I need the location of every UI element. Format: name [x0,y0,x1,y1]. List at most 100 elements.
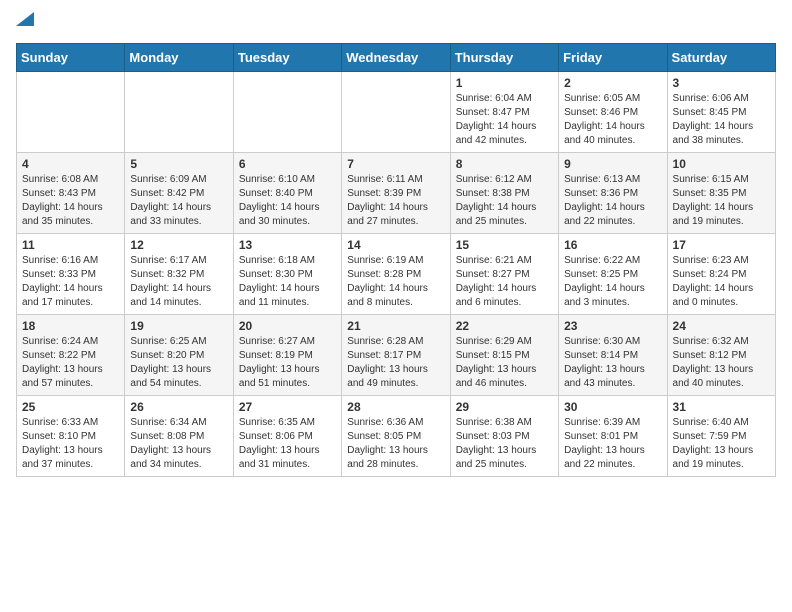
day-number: 5 [130,157,227,171]
calendar-cell: 23 Sunrise: 6:30 AM Sunset: 8:14 PM Dayli… [559,315,667,396]
day-info: Sunrise: 6:06 AM Sunset: 8:45 PM Dayligh… [673,92,770,148]
day-number: 25 [22,400,119,414]
day-info: Sunrise: 6:40 AM Sunset: 7:59 PM Dayligh… [673,416,770,472]
day-number: 8 [456,157,553,171]
day-info: Sunrise: 6:35 AM Sunset: 8:06 PM Dayligh… [239,416,336,472]
day-number: 11 [22,238,119,252]
calendar-week-row: 18Sunrise: 6:24 AM Sunset: 8:22 PM Dayli… [17,315,776,396]
day-info: Sunrise: 6:16 AM Sunset: 8:33 PM Dayligh… [22,254,119,310]
calendar-cell: 17 Sunrise: 6:23 AM Sunset: 8:24 PM Dayli… [667,234,775,315]
day-number: 30 [564,400,661,414]
day-number: 27 [239,400,336,414]
day-info: Sunrise: 6:25 AM Sunset: 8:20 PM Dayligh… [130,335,227,391]
day-info: Sunrise: 6:05 AM Sunset: 8:46 PM Dayligh… [564,92,661,148]
logo [16,16,34,31]
day-info: Sunrise: 6:23 AM Sunset: 8:24 PM Dayligh… [673,254,770,310]
calendar-cell: 14 Sunrise: 6:19 AM Sunset: 8:28 PM Dayli… [342,234,450,315]
weekday-header: Tuesday [233,44,341,72]
day-number: 4 [22,157,119,171]
day-number: 21 [347,319,444,333]
calendar-cell [17,72,125,153]
calendar-cell: 12Sunrise: 6:17 AM Sunset: 8:32 PM Dayli… [125,234,233,315]
day-info: Sunrise: 6:28 AM Sunset: 8:17 PM Dayligh… [347,335,444,391]
weekday-header: Thursday [450,44,558,72]
day-number: 7 [347,157,444,171]
calendar-cell: 27 Sunrise: 6:35 AM Sunset: 8:06 PM Dayli… [233,396,341,477]
calendar-cell: 20Sunrise: 6:27 AM Sunset: 8:19 PM Dayli… [233,315,341,396]
calendar-cell: 2 Sunrise: 6:05 AM Sunset: 8:46 PM Daylig… [559,72,667,153]
day-number: 24 [673,319,770,333]
day-number: 1 [456,76,553,90]
calendar-cell [342,72,450,153]
day-info: Sunrise: 6:11 AM Sunset: 8:39 PM Dayligh… [347,173,444,229]
calendar-cell: 13 Sunrise: 6:18 AM Sunset: 8:30 PM Dayli… [233,234,341,315]
calendar-cell: 9Sunrise: 6:13 AM Sunset: 8:36 PM Daylig… [559,153,667,234]
calendar-cell: 6 Sunrise: 6:10 AM Sunset: 8:40 PM Daylig… [233,153,341,234]
calendar-cell: 10 Sunrise: 6:15 AM Sunset: 8:35 PM Dayli… [667,153,775,234]
day-number: 10 [673,157,770,171]
day-info: Sunrise: 6:30 AM Sunset: 8:14 PM Dayligh… [564,335,661,391]
day-info: Sunrise: 6:15 AM Sunset: 8:35 PM Dayligh… [673,173,770,229]
day-info: Sunrise: 6:04 AM Sunset: 8:47 PM Dayligh… [456,92,553,148]
day-info: Sunrise: 6:08 AM Sunset: 8:43 PM Dayligh… [22,173,119,229]
calendar-week-row: 4 Sunrise: 6:08 AM Sunset: 8:43 PM Daylig… [17,153,776,234]
day-number: 17 [673,238,770,252]
calendar-cell: 29 Sunrise: 6:38 AM Sunset: 8:03 PM Dayli… [450,396,558,477]
day-info: Sunrise: 6:39 AM Sunset: 8:01 PM Dayligh… [564,416,661,472]
logo-triangle-icon [16,12,34,26]
day-number: 14 [347,238,444,252]
day-number: 15 [456,238,553,252]
calendar-week-row: 11 Sunrise: 6:16 AM Sunset: 8:33 PM Dayli… [17,234,776,315]
day-info: Sunrise: 6:36 AM Sunset: 8:05 PM Dayligh… [347,416,444,472]
day-info: Sunrise: 6:27 AM Sunset: 8:19 PM Dayligh… [239,335,336,391]
day-number: 13 [239,238,336,252]
weekday-header: Saturday [667,44,775,72]
day-info: Sunrise: 6:38 AM Sunset: 8:03 PM Dayligh… [456,416,553,472]
day-number: 22 [456,319,553,333]
calendar-cell: 26Sunrise: 6:34 AM Sunset: 8:08 PM Dayli… [125,396,233,477]
weekday-header: Monday [125,44,233,72]
day-info: Sunrise: 6:33 AM Sunset: 8:10 PM Dayligh… [22,416,119,472]
day-number: 19 [130,319,227,333]
calendar-cell [233,72,341,153]
day-info: Sunrise: 6:18 AM Sunset: 8:30 PM Dayligh… [239,254,336,310]
day-number: 16 [564,238,661,252]
day-number: 31 [673,400,770,414]
day-number: 2 [564,76,661,90]
calendar-cell: 24 Sunrise: 6:32 AM Sunset: 8:12 PM Dayli… [667,315,775,396]
day-info: Sunrise: 6:12 AM Sunset: 8:38 PM Dayligh… [456,173,553,229]
day-number: 26 [130,400,227,414]
calendar-cell: 16 Sunrise: 6:22 AM Sunset: 8:25 PM Dayli… [559,234,667,315]
day-info: Sunrise: 6:10 AM Sunset: 8:40 PM Dayligh… [239,173,336,229]
calendar-cell: 28 Sunrise: 6:36 AM Sunset: 8:05 PM Dayli… [342,396,450,477]
calendar-cell: 4 Sunrise: 6:08 AM Sunset: 8:43 PM Daylig… [17,153,125,234]
day-info: Sunrise: 6:19 AM Sunset: 8:28 PM Dayligh… [347,254,444,310]
weekday-header: Sunday [17,44,125,72]
calendar-header-row: SundayMondayTuesdayWednesdayThursdayFrid… [17,44,776,72]
calendar-cell: 25 Sunrise: 6:33 AM Sunset: 8:10 PM Dayli… [17,396,125,477]
day-info: Sunrise: 6:29 AM Sunset: 8:15 PM Dayligh… [456,335,553,391]
day-number: 6 [239,157,336,171]
day-number: 12 [130,238,227,252]
calendar-week-row: 1 Sunrise: 6:04 AM Sunset: 8:47 PM Daylig… [17,72,776,153]
day-info: Sunrise: 6:22 AM Sunset: 8:25 PM Dayligh… [564,254,661,310]
page-header [16,16,776,31]
calendar-cell: 22 Sunrise: 6:29 AM Sunset: 8:15 PM Dayli… [450,315,558,396]
day-number: 28 [347,400,444,414]
calendar-cell [125,72,233,153]
calendar-cell: 19 Sunrise: 6:25 AM Sunset: 8:20 PM Dayli… [125,315,233,396]
day-info: Sunrise: 6:13 AM Sunset: 8:36 PM Dayligh… [564,173,661,229]
calendar-week-row: 25 Sunrise: 6:33 AM Sunset: 8:10 PM Dayli… [17,396,776,477]
day-number: 3 [673,76,770,90]
day-info: Sunrise: 6:32 AM Sunset: 8:12 PM Dayligh… [673,335,770,391]
calendar-cell: 21 Sunrise: 6:28 AM Sunset: 8:17 PM Dayli… [342,315,450,396]
day-number: 29 [456,400,553,414]
day-number: 23 [564,319,661,333]
calendar-cell: 8 Sunrise: 6:12 AM Sunset: 8:38 PM Daylig… [450,153,558,234]
calendar-cell: 5Sunrise: 6:09 AM Sunset: 8:42 PM Daylig… [125,153,233,234]
day-info: Sunrise: 6:21 AM Sunset: 8:27 PM Dayligh… [456,254,553,310]
weekday-header: Friday [559,44,667,72]
calendar-table: SundayMondayTuesdayWednesdayThursdayFrid… [16,43,776,477]
calendar-cell: 1 Sunrise: 6:04 AM Sunset: 8:47 PM Daylig… [450,72,558,153]
calendar-cell: 18Sunrise: 6:24 AM Sunset: 8:22 PM Dayli… [17,315,125,396]
